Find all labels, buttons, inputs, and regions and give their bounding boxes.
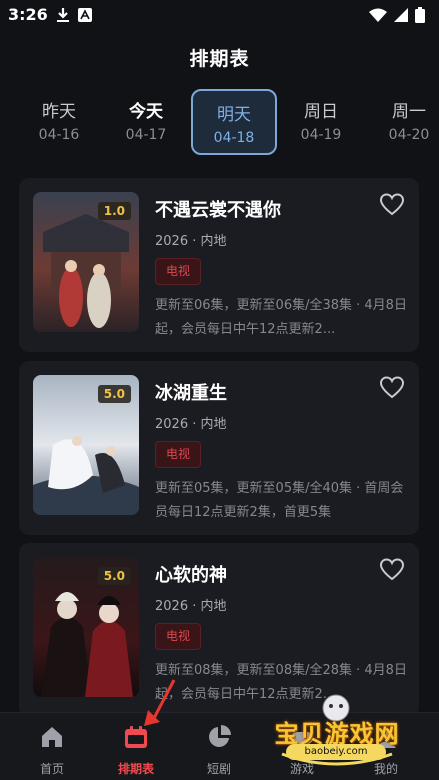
date-tab-day: 明天 [217,105,251,125]
show-description: 更新至06集，更新至06集/全38集 · 4月8日起，会员每日中午12点更新2.… [155,298,407,337]
status-bar: 3:26 [0,0,439,30]
show-title: 不遇云裳不遇你 [155,200,281,221]
show-title: 冰湖重生 [155,383,227,404]
date-tab-date: 04-19 [300,127,342,143]
date-tab-date: 04-16 [38,127,80,143]
show-poster[interactable]: 5.0 [33,375,139,515]
score-badge: 5.0 [97,567,131,585]
home-icon [42,727,62,747]
status-time: 3:26 [8,5,48,24]
show-meta: 2026 · 内地 [155,599,227,614]
show-poster[interactable]: 1.0 [33,192,139,332]
show-poster[interactable]: 5.0 [33,557,139,697]
date-tab-date: 04-18 [213,130,255,146]
date-tab-day: 周日 [304,102,338,122]
date-tab-day: 周一 [392,102,426,122]
nav-home[interactable]: 首页 [9,723,95,777]
show-card[interactable]: 5.0 心软的神 2026 · 内地 电视 更新至08集，更新至08集/全28集… [19,543,419,717]
show-meta: 2026 · 内地 [155,417,227,432]
show-card[interactable]: 1.0 不遇云裳不遇你 2026 · 内地 电视 更新至06集，更新至06集/全… [19,178,419,352]
date-tab-sunday[interactable]: 周日 04-19 [278,88,364,154]
date-tab-date: 04-20 [388,127,430,143]
schedule-screen: 3:26 排期表 昨天 04-16 今天 04-17 明天 04-18 周日 0… [0,0,439,780]
date-tab-tomorrow[interactable]: 明天 04-18 [191,89,277,155]
watermark: 宝贝游戏网 baobeiy.com [262,692,412,772]
watermark-url: baobeiy.com [286,744,386,760]
date-tab-day: 今天 [129,102,163,122]
favorite-heart-icon[interactable] [379,375,405,401]
date-tabs: 昨天 04-16 今天 04-17 明天 04-18 周日 04-19 周一 0… [0,88,439,156]
date-tab-date: 04-17 [125,127,167,143]
show-card[interactable]: 5.0 冰湖重生 2026 · 内地 电视 更新至05集，更新至05集/全40集… [19,361,419,535]
page-title: 排期表 [189,48,250,70]
score-badge: 5.0 [97,385,131,403]
wifi-icon [369,8,387,22]
battery-icon [415,7,425,23]
score-badge: 1.0 [97,202,131,220]
nav-label: 排期表 [117,762,154,776]
category-tag: 电视 [155,258,201,285]
favorite-heart-icon[interactable] [379,192,405,218]
nav-label: 短剧 [206,762,231,776]
nav-short-drama[interactable]: 短剧 [176,723,262,777]
favorite-heart-icon[interactable] [379,557,405,583]
date-tab-yesterday[interactable]: 昨天 04-16 [16,88,102,154]
nav-label: 首页 [39,762,64,776]
app-notification-icon [78,8,92,22]
date-tab-today[interactable]: 今天 04-17 [103,88,189,154]
category-tag: 电视 [155,441,201,468]
show-description: 更新至05集，更新至05集/全40集 · 首周会员每日12点更新2集，首更5集 [155,481,404,520]
signal-icon [394,8,408,22]
annotation-arrow-icon [144,679,176,726]
pie-chart-icon [209,725,231,747]
download-icon [57,8,69,22]
show-title: 心软的神 [155,565,227,586]
show-meta: 2026 · 内地 [155,234,227,249]
category-tag: 电视 [155,623,201,650]
date-tab-monday[interactable]: 周一 04-20 [366,88,439,154]
date-tab-day: 昨天 [42,102,76,122]
